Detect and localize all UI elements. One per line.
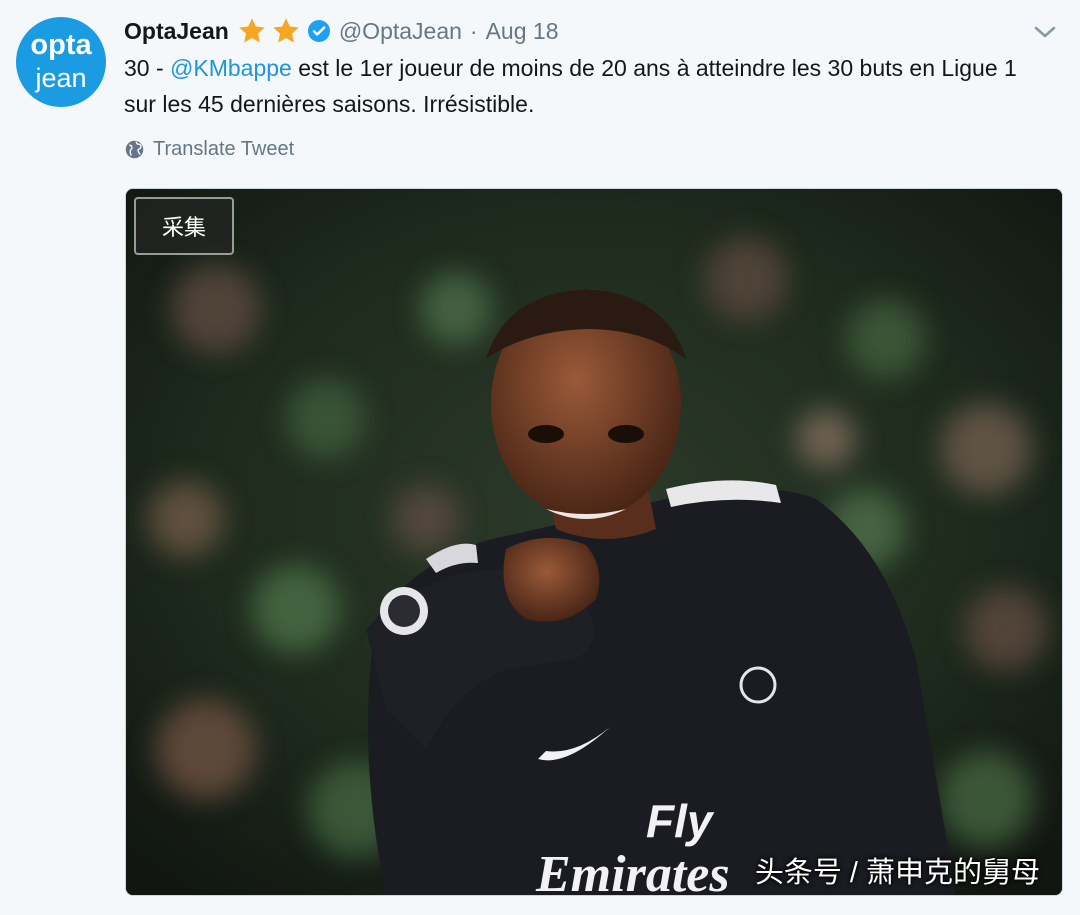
sponsor-text-fly: Fly — [646, 795, 715, 847]
chevron-down-icon[interactable] — [1032, 22, 1058, 42]
player-photo: Fly Emirates — [126, 189, 1062, 895]
display-name[interactable]: OptaJean — [124, 18, 229, 45]
verified-badge-icon — [307, 19, 331, 43]
star-icon — [237, 16, 267, 46]
translate-label: Translate Tweet — [153, 138, 295, 160]
sponsor-text-emirates: Emirates — [535, 846, 730, 895]
tweet-date[interactable]: Aug 18 — [486, 18, 559, 45]
collect-button[interactable]: 采集 — [134, 197, 234, 255]
avatar-text-opta: opta — [30, 29, 92, 61]
translate-tweet-link[interactable]: Translate Tweet — [124, 138, 294, 161]
tweet-text-prefix: 30 - — [124, 55, 171, 81]
avatar-text-jean: jean — [35, 63, 87, 93]
tweet-photo[interactable]: Fly Emirates 采集 头条号 / 萧申克的舅母 — [125, 188, 1063, 896]
user-handle[interactable]: @OptaJean — [339, 18, 462, 45]
tweet-card: opta jean OptaJean @OptaJean · Aug 18 30… — [0, 0, 1080, 915]
star-icon — [271, 16, 301, 46]
watermark: 头条号 / 萧申克的舅母 — [754, 857, 1040, 889]
tweet-header: OptaJean @OptaJean · Aug 18 — [124, 14, 559, 48]
separator-dot: · — [469, 17, 478, 44]
avatar[interactable]: opta jean — [16, 17, 106, 107]
globe-icon — [125, 140, 144, 159]
mention-link[interactable]: @KMbappe — [170, 55, 292, 81]
tweet-text: 30 - @KMbappe est le 1er joueur de moins… — [124, 50, 1054, 122]
